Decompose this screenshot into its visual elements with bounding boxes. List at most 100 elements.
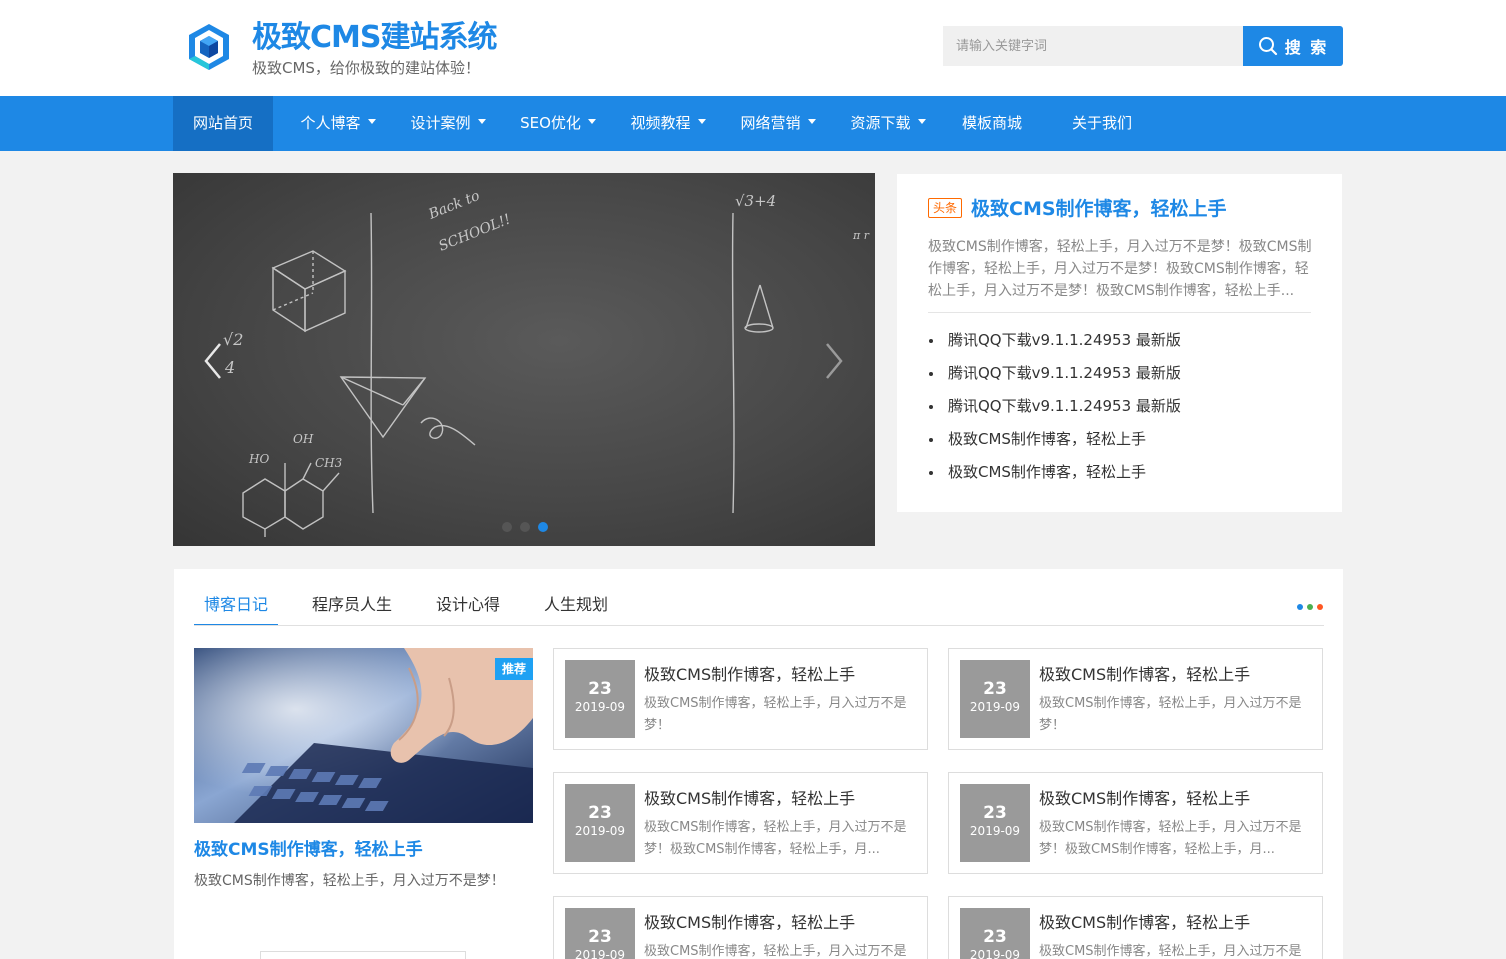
featured-post-image[interactable]: 推荐 <box>194 648 533 823</box>
headline-tag-badge: 头条 <box>928 198 963 218</box>
slider-pagination <box>502 522 548 532</box>
nav-item-downloads[interactable]: 资源下载 <box>833 96 943 151</box>
blog-panel: 博客日记 程序员人生 设计心得 人生规划 推荐 极致CMS制作博客，轻松上手 极… <box>174 569 1343 959</box>
main-nav: 网站首页 个人博客 设计案例 SEO优化 视频教程 网络营销 资源下载 模板商城… <box>0 96 1506 151</box>
nav-item-label: 网站首页 <box>192 114 253 132</box>
nav-item-label: 资源下载 <box>850 114 911 132</box>
post-summary: 极致CMS制作博客，轻松上手，月入过万不是梦！极致CMS制作博客，轻松上手，月.… <box>1039 820 1302 857</box>
nav-item-personal-blog[interactable]: 个人博客 <box>283 96 393 151</box>
caret-down-icon <box>587 119 596 124</box>
nav-item-label: 个人博客 <box>300 114 361 132</box>
search-icon <box>1258 37 1277 56</box>
headline-list-item[interactable]: 腾讯QQ下载v9.1.1.24953 最新版 <box>928 390 1181 423</box>
chalk-text: π r <box>852 229 870 242</box>
post-card[interactable]: 23 2019-09 极致CMS制作博客，轻松上手 极致CMS制作博客，轻松上手… <box>553 648 928 750</box>
chalk-text: √3+4 <box>735 192 776 210</box>
nav-item-video-tutorials[interactable]: 视频教程 <box>613 96 723 151</box>
headline-title[interactable]: 极致CMS制作博客，轻松上手 <box>971 194 1227 221</box>
date-day: 23 <box>588 927 612 947</box>
post-card[interactable]: 23 2019-09 极致CMS制作博客，轻松上手 极致CMS制作博客，轻松上手… <box>948 772 1323 874</box>
caret-down-icon <box>697 119 706 124</box>
tab-blog-diary[interactable]: 博客日记 <box>194 591 279 626</box>
date-badge: 23 2019-09 <box>960 784 1030 862</box>
nav-item-home[interactable]: 网站首页 <box>173 96 273 151</box>
featured-post-title[interactable]: 极致CMS制作博客，轻松上手 <box>194 835 423 860</box>
nav-item-seo[interactable]: SEO优化 <box>503 96 613 151</box>
post-summary: 极致CMS制作博客，轻松上手，月入过万不是梦！ <box>1039 696 1302 733</box>
site-header: 极致CMS建站系统 极致CMS，给你极致的建站体验！ 搜 索 <box>0 0 1506 96</box>
more-dots-icon[interactable] <box>1297 604 1323 610</box>
chalk-text: 4 <box>224 358 235 377</box>
search-button[interactable]: 搜 索 <box>1243 26 1343 66</box>
post-title[interactable]: 极致CMS制作博客，轻松上手 <box>644 661 855 685</box>
featured-more-button[interactable] <box>260 951 466 959</box>
date-badge: 23 2019-09 <box>565 660 635 738</box>
slider-next-arrow-icon[interactable] <box>822 341 846 381</box>
site-slogan: 极致CMS，给你极致的建站体验！ <box>252 59 480 77</box>
headline-summary: 极致CMS制作博客，轻松上手，月入过万不是梦！极致CMS制作博客，轻松上手，月入… <box>928 239 1312 299</box>
date-badge: 23 2019-09 <box>565 784 635 862</box>
headline-list-item[interactable]: 极致CMS制作博客，轻松上手 <box>928 456 1181 489</box>
chalk-text: OH <box>293 432 314 446</box>
date-year-month: 2019-09 <box>969 824 1021 838</box>
post-summary: 极致CMS制作博客，轻松上手，月入过万不是梦！ <box>644 944 907 959</box>
post-summary: 极致CMS制作博客，轻松上手，月入过万不是梦！ <box>1039 944 1302 959</box>
post-card[interactable]: 23 2019-09 极致CMS制作博客，轻松上手 极致CMS制作博客，轻松上手… <box>553 896 928 959</box>
chalk-text: Back to <box>426 188 482 223</box>
date-year-month: 2019-09 <box>574 824 626 838</box>
date-day: 23 <box>983 927 1007 947</box>
post-card[interactable]: 23 2019-09 极致CMS制作博客，轻松上手 极致CMS制作博客，轻松上手… <box>553 772 928 874</box>
nav-item-label: SEO优化 <box>520 114 581 132</box>
headline-list-item[interactable]: 腾讯QQ下载v9.1.1.24953 最新版 <box>928 324 1181 357</box>
slider-dot[interactable] <box>520 522 530 532</box>
post-card[interactable]: 23 2019-09 极致CMS制作博客，轻松上手 极致CMS制作博客，轻松上手… <box>948 648 1323 750</box>
date-badge: 23 2019-09 <box>960 908 1030 959</box>
caret-down-icon <box>477 119 486 124</box>
post-summary: 极致CMS制作博客，轻松上手，月入过万不是梦！极致CMS制作博客，轻松上手，月.… <box>644 820 907 857</box>
site-title[interactable]: 极致CMS建站系统 <box>252 12 497 56</box>
chalk-text: SCHOOL!! <box>437 211 513 254</box>
tabs-divider <box>194 625 1324 626</box>
post-title[interactable]: 极致CMS制作博客，轻松上手 <box>644 909 855 933</box>
slider-prev-arrow-icon[interactable] <box>201 341 225 381</box>
headline-list-item[interactable]: 腾讯QQ下载v9.1.1.24953 最新版 <box>928 357 1181 390</box>
logo-cube-icon[interactable] <box>187 22 231 72</box>
featured-post-summary: 极致CMS制作博客，轻松上手，月入过万不是梦！ <box>194 873 505 889</box>
divider <box>928 312 1311 313</box>
slider-dot-active[interactable] <box>538 522 548 532</box>
chalk-text: CH3 <box>315 456 343 470</box>
slider-dot[interactable] <box>502 522 512 532</box>
date-day: 23 <box>983 679 1007 699</box>
headline-link-list: 腾讯QQ下载v9.1.1.24953 最新版 腾讯QQ下载v9.1.1.2495… <box>928 324 1181 489</box>
nav-item-label: 网络营销 <box>740 114 801 132</box>
post-title[interactable]: 极致CMS制作博客，轻松上手 <box>1039 661 1250 685</box>
tab-design-notes[interactable]: 设计心得 <box>436 591 500 626</box>
nav-item-about[interactable]: 关于我们 <box>1053 96 1151 151</box>
chalkboard-illustration: Back to SCHOOL!! √3+4 √2 4 π r OH HO CH3 <box>223 188 870 537</box>
date-year-month: 2019-09 <box>969 700 1021 714</box>
post-summary: 极致CMS制作博客，轻松上手，月入过万不是梦！ <box>644 696 907 733</box>
post-card[interactable]: 23 2019-09 极致CMS制作博客，轻松上手 极致CMS制作博客，轻松上手… <box>948 896 1323 959</box>
keyboard-hand-image <box>194 648 533 823</box>
date-badge: 23 2019-09 <box>960 660 1030 738</box>
image-slider[interactable]: Back to SCHOOL!! √3+4 √2 4 π r OH HO CH3 <box>173 173 875 546</box>
search-input[interactable] <box>943 26 1243 66</box>
date-year-month: 2019-09 <box>574 700 626 714</box>
nav-item-marketing[interactable]: 网络营销 <box>723 96 833 151</box>
post-title[interactable]: 极致CMS制作博客，轻松上手 <box>1039 909 1250 933</box>
nav-item-label: 模板商城 <box>961 114 1022 132</box>
headline-list-item[interactable]: 极致CMS制作博客，轻松上手 <box>928 423 1181 456</box>
caret-down-icon <box>367 119 376 124</box>
nav-item-label: 关于我们 <box>1071 114 1132 132</box>
caret-down-icon <box>807 119 816 124</box>
post-title[interactable]: 极致CMS制作博客，轻松上手 <box>644 785 855 809</box>
tab-life-planning[interactable]: 人生规划 <box>544 591 608 626</box>
nav-item-template-store[interactable]: 模板商城 <box>943 96 1041 151</box>
chalk-text: √2 <box>223 330 243 349</box>
chalk-text: HO <box>248 452 269 466</box>
post-title[interactable]: 极致CMS制作博客，轻松上手 <box>1039 785 1250 809</box>
nav-item-design-cases[interactable]: 设计案例 <box>393 96 503 151</box>
tab-programmer-life[interactable]: 程序员人生 <box>312 591 392 626</box>
date-day: 23 <box>983 803 1007 823</box>
nav-item-label: 视频教程 <box>630 114 691 132</box>
